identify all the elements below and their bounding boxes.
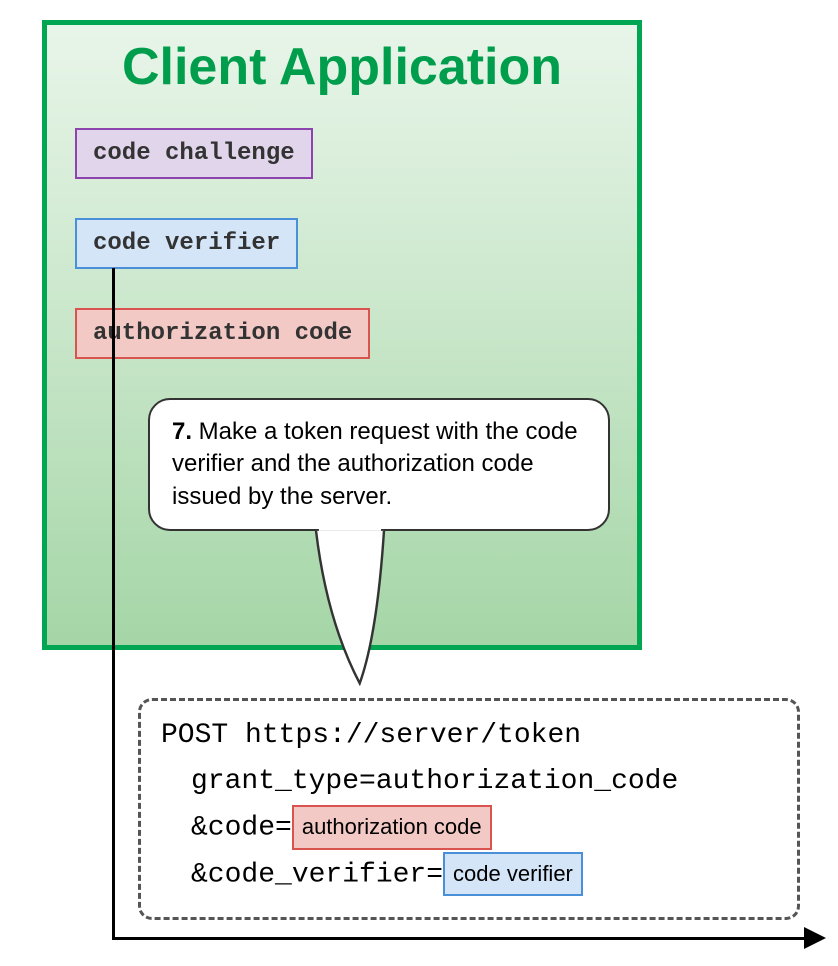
token-request: POST https://server/token grant_type=aut…: [138, 698, 800, 920]
param-verifier-prefix: &code_verifier=: [191, 860, 443, 891]
step-number: 7.: [172, 418, 192, 445]
step-annotation: 7. Make a token request with the code ve…: [148, 398, 610, 531]
flow-arrow-horizontal: [112, 937, 806, 940]
step-text: Make a token request with the code verif…: [172, 418, 578, 510]
flow-arrowhead-icon: [804, 927, 826, 949]
request-url: POST https://server/token: [161, 713, 777, 759]
param-code-chip: authorization code: [292, 805, 492, 849]
code-challenge-box: code challenge: [75, 128, 313, 179]
authorization-code-box: authorization code: [75, 308, 370, 359]
client-app-title: Client Application: [47, 37, 637, 97]
param-code-prefix: &code=: [191, 813, 292, 844]
flow-arrow-vertical: [112, 268, 115, 940]
code-verifier-box: code verifier: [75, 218, 298, 269]
param-grant-type: grant_type=authorization_code: [191, 766, 678, 797]
param-verifier-chip: code verifier: [443, 852, 583, 896]
